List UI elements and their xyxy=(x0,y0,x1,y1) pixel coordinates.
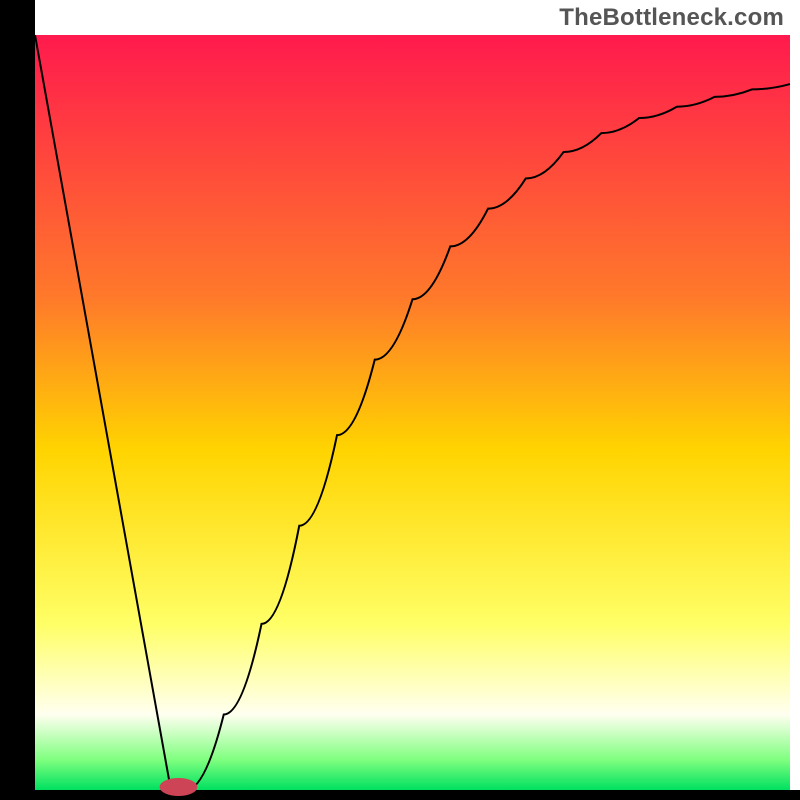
optimal-point-marker xyxy=(160,778,198,796)
plot-background xyxy=(35,35,790,790)
x-axis xyxy=(0,790,800,800)
watermark-text: TheBottleneck.com xyxy=(559,4,784,32)
chart-svg xyxy=(0,0,800,800)
y-axis xyxy=(0,0,35,800)
bottleneck-chart: TheBottleneck.com xyxy=(0,0,800,800)
